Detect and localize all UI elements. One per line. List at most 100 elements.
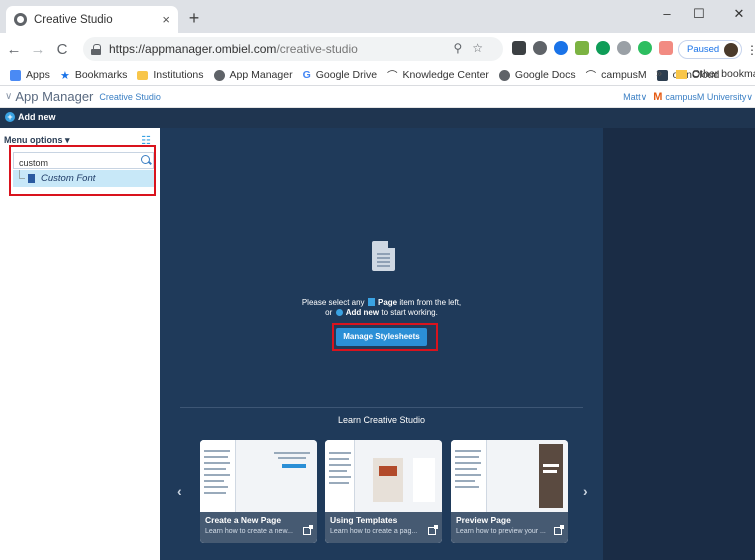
- maximize-button[interactable]: ☐: [688, 6, 710, 22]
- chevron-down-icon: ∨: [640, 91, 648, 102]
- bookmark-label: Google Docs: [514, 69, 576, 81]
- url-host: https://appmanager.ombiel.com: [109, 42, 277, 56]
- bookmark-google-drive[interactable]: G Google Drive: [303, 69, 377, 81]
- bookmark-knowledge-center[interactable]: ⌒ Knowledge Center: [387, 68, 489, 83]
- document-icon: [372, 241, 395, 271]
- tab-close-icon[interactable]: ×: [162, 12, 170, 27]
- screen: Creative Studio × + – ☐ ✕ ← → C https://…: [0, 0, 755, 560]
- plus-icon: +: [5, 112, 15, 122]
- bookmark-label: campusM: [601, 69, 647, 81]
- card-title: Using Templates: [330, 515, 398, 525]
- folder-icon: [676, 69, 687, 79]
- arc-icon: ⌒: [585, 69, 597, 82]
- zoom-and-bookmark-star-icons[interactable]: ⚲☆: [453, 41, 493, 55]
- reload-button[interactable]: C: [52, 41, 72, 58]
- bookmark-label: Google Drive: [315, 69, 378, 81]
- evernote-icon[interactable]: [638, 41, 652, 55]
- user-name[interactable]: Matt: [623, 92, 641, 102]
- close-window-button[interactable]: ✕: [728, 6, 750, 22]
- card-title: Create a New Page: [205, 515, 282, 525]
- extension-icon[interactable]: [596, 41, 610, 55]
- arc-icon: ⌒: [387, 69, 398, 82]
- external-link-icon[interactable]: [303, 525, 313, 535]
- chevron-down-icon: ∨: [746, 91, 753, 102]
- tab-favicon-icon: [14, 13, 27, 26]
- extension-icon[interactable]: [617, 41, 631, 55]
- highlight-box-manage-stylesheets: [332, 323, 438, 351]
- extension-icon[interactable]: [575, 41, 589, 55]
- apps-grid-icon: [10, 69, 21, 81]
- url-path: /creative-studio: [276, 42, 358, 56]
- bookmark-bookmarks[interactable]: ★ Bookmarks: [60, 69, 127, 82]
- extension-icons: [512, 41, 673, 55]
- message-page: Page: [378, 298, 398, 307]
- app-header: ∨ App Manager Creative Studio Matt ∨ M c…: [0, 86, 755, 108]
- new-tab-button[interactable]: +: [184, 8, 204, 28]
- bookmark-label: Institutions: [153, 69, 204, 81]
- bookmark-label: Bookmarks: [74, 69, 128, 81]
- card-caption: Using Templates Learn how to create a pa…: [325, 512, 442, 543]
- chevron-down-icon[interactable]: ∨: [5, 91, 12, 102]
- extension-icon[interactable]: [554, 41, 568, 55]
- extension-icon[interactable]: [512, 41, 526, 55]
- browser-tab[interactable]: Creative Studio ×: [6, 6, 178, 33]
- message-text: or: [325, 308, 333, 317]
- message-text: item from the left,: [399, 298, 462, 307]
- highlight-box-search: [9, 145, 156, 196]
- tutorial-card-using-templates[interactable]: Using Templates Learn how to create a pa…: [325, 440, 442, 543]
- bookmarks-bar: Apps ★ Bookmarks Institutions App Manager…: [0, 65, 755, 86]
- tutorial-card-preview-page[interactable]: Preview Page Learn how to preview your .…: [451, 440, 568, 543]
- carousel-next-button[interactable]: ›: [583, 483, 588, 499]
- app-subtitle[interactable]: Creative Studio: [99, 92, 161, 102]
- lock-icon: [91, 43, 101, 55]
- org-name[interactable]: campusM University: [665, 92, 746, 102]
- star-icon: ★: [59, 69, 70, 82]
- browser-tab-bar: Creative Studio × + – ☐ ✕: [0, 0, 755, 33]
- profile-paused-button[interactable]: Paused: [678, 40, 743, 59]
- bookmark-label: Knowledge Center: [402, 69, 489, 81]
- bookmark-app-manager[interactable]: App Manager: [213, 69, 293, 81]
- minimize-button[interactable]: –: [656, 6, 678, 21]
- add-new-button[interactable]: + Add new: [5, 112, 56, 122]
- avatar: [724, 43, 739, 57]
- extension-icon[interactable]: [533, 41, 547, 55]
- extension-icon[interactable]: [659, 41, 673, 55]
- bookmark-institutions[interactable]: Institutions: [137, 69, 204, 81]
- external-link-icon[interactable]: [428, 525, 438, 535]
- bookmark-campusm[interactable]: ⌒ campusM: [586, 68, 647, 83]
- bookmarks-overflow-button[interactable]: »: [656, 68, 662, 80]
- address-bar[interactable]: https://appmanager.ombiel.com/creative-s…: [83, 37, 503, 61]
- plus-icon: [335, 309, 343, 316]
- tab-title: Creative Studio: [34, 13, 113, 26]
- message-add-new: Add new: [345, 308, 380, 317]
- app-title[interactable]: App Manager: [15, 89, 93, 104]
- browser-menu-icon[interactable]: ⋮: [746, 43, 755, 57]
- add-new-label: Add new: [18, 112, 56, 122]
- empty-state-message: Please select any Page item from the lef…: [160, 298, 603, 318]
- card-caption: Create a New Page Learn how to create a …: [200, 512, 317, 543]
- globe-icon: [213, 69, 225, 81]
- bookmark-apps[interactable]: Apps: [10, 69, 50, 81]
- carousel-prev-button[interactable]: ‹: [177, 483, 182, 499]
- other-bookmarks[interactable]: Other bookmarks: [676, 68, 755, 80]
- card-description: Learn how to create a pag...: [330, 528, 418, 535]
- org-logo: M: [653, 91, 663, 103]
- bookmark-label: Apps: [26, 69, 50, 81]
- bookmark-label: Other bookmarks: [692, 68, 755, 80]
- back-button[interactable]: ←: [4, 41, 24, 58]
- bookmark-google-docs[interactable]: Google Docs: [498, 69, 576, 81]
- learn-title: Learn Creative Studio: [337, 415, 426, 425]
- page-icon: [367, 298, 375, 306]
- card-description: Learn how to preview your ...: [456, 528, 546, 535]
- card-title: Preview Page: [456, 515, 511, 525]
- user-org-menu[interactable]: Matt ∨ M campusM University ∨: [623, 91, 753, 103]
- forward-button[interactable]: →: [28, 41, 48, 58]
- message-text: Please select any: [301, 298, 365, 307]
- paused-label: Paused: [687, 44, 720, 55]
- browser-toolbar: ← → C https://appmanager.ombiel.com/crea…: [0, 33, 755, 65]
- external-link-icon[interactable]: [554, 525, 564, 535]
- tutorial-card-create-page[interactable]: Create a New Page Learn how to create a …: [200, 440, 317, 543]
- card-caption: Preview Page Learn how to preview your .…: [451, 512, 568, 543]
- folder-icon: [137, 70, 149, 80]
- message-text: to start working.: [381, 308, 438, 317]
